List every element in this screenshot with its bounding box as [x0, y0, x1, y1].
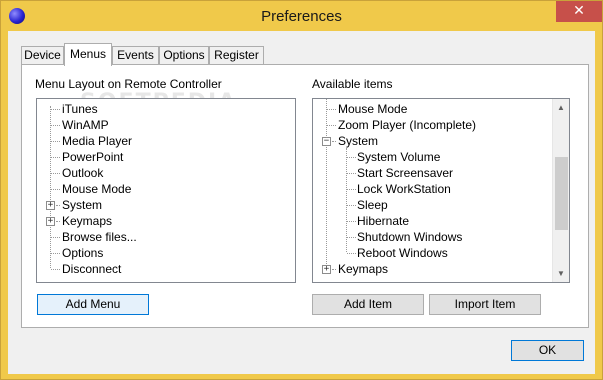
- tree-item[interactable]: Hibernate: [313, 213, 553, 229]
- expand-plus-icon[interactable]: +: [322, 265, 331, 274]
- tree-item[interactable]: Outlook: [37, 165, 295, 181]
- tree-item[interactable]: Reboot Windows: [313, 245, 553, 261]
- tree-item[interactable]: Zoom Player (Incomplete): [313, 117, 553, 133]
- tree-item[interactable]: Mouse Mode: [313, 101, 553, 117]
- tree-item[interactable]: Shutdown Windows: [313, 229, 553, 245]
- import-item-button[interactable]: Import Item: [429, 294, 541, 315]
- menus-tab-panel: SOFTPEDIA Menu Layout on Remote Controll…: [21, 64, 589, 328]
- available-items-label: Available items: [312, 77, 393, 91]
- scroll-thumb[interactable]: [555, 157, 568, 230]
- ok-button[interactable]: OK: [511, 340, 584, 361]
- tree-item[interactable]: System Volume: [313, 149, 553, 165]
- vertical-scrollbar[interactable]: ▲ ▼: [552, 99, 569, 282]
- tab-options[interactable]: Options: [159, 46, 209, 65]
- tree-item[interactable]: Media Player: [37, 133, 295, 149]
- preferences-window: Preferences ✕ Device Menus Events Option…: [0, 0, 603, 380]
- tab-register[interactable]: Register: [209, 46, 264, 65]
- window-title: Preferences: [261, 8, 342, 25]
- menu-layout-label: Menu Layout on Remote Controller: [35, 77, 222, 91]
- close-button[interactable]: ✕: [556, 1, 602, 22]
- tree-item[interactable]: Start Screensaver: [313, 165, 553, 181]
- tree-item[interactable]: + Keymaps: [37, 213, 295, 229]
- tree-item[interactable]: Options: [37, 245, 295, 261]
- tree-item[interactable]: Browse files...: [37, 229, 295, 245]
- expand-plus-icon[interactable]: +: [46, 217, 55, 226]
- tab-menus[interactable]: Menus: [64, 43, 112, 66]
- tree-item[interactable]: + Keymaps: [313, 261, 553, 277]
- tree-item[interactable]: − System: [313, 133, 553, 149]
- tab-events[interactable]: Events: [112, 46, 159, 65]
- tree-item[interactable]: WinAMP: [37, 117, 295, 133]
- scroll-up-arrow-icon[interactable]: ▲: [553, 99, 569, 116]
- dialog-body: Device Menus Events Options Register SOF…: [8, 31, 595, 374]
- scroll-down-arrow-icon[interactable]: ▼: [553, 265, 569, 282]
- add-item-button[interactable]: Add Item: [312, 294, 424, 315]
- tree-item[interactable]: Mouse Mode: [37, 181, 295, 197]
- tree-item[interactable]: Sleep: [313, 197, 553, 213]
- title-bar[interactable]: Preferences ✕: [1, 1, 602, 31]
- tree-item[interactable]: PowerPoint: [37, 149, 295, 165]
- menu-layout-tree[interactable]: iTunes WinAMP Media Player PowerPoint Ou…: [36, 98, 296, 283]
- collapse-minus-icon[interactable]: −: [322, 137, 331, 146]
- available-items-tree[interactable]: Mouse Mode Zoom Player (Incomplete) − Sy…: [312, 98, 570, 283]
- tree-item[interactable]: Lock WorkStation: [313, 181, 553, 197]
- tree-item[interactable]: Disconnect: [37, 261, 295, 277]
- tab-device[interactable]: Device: [21, 46, 64, 65]
- expand-plus-icon[interactable]: +: [46, 201, 55, 210]
- add-menu-button[interactable]: Add Menu: [37, 294, 149, 315]
- tree-item[interactable]: iTunes: [37, 101, 295, 117]
- tree-item[interactable]: + System: [37, 197, 295, 213]
